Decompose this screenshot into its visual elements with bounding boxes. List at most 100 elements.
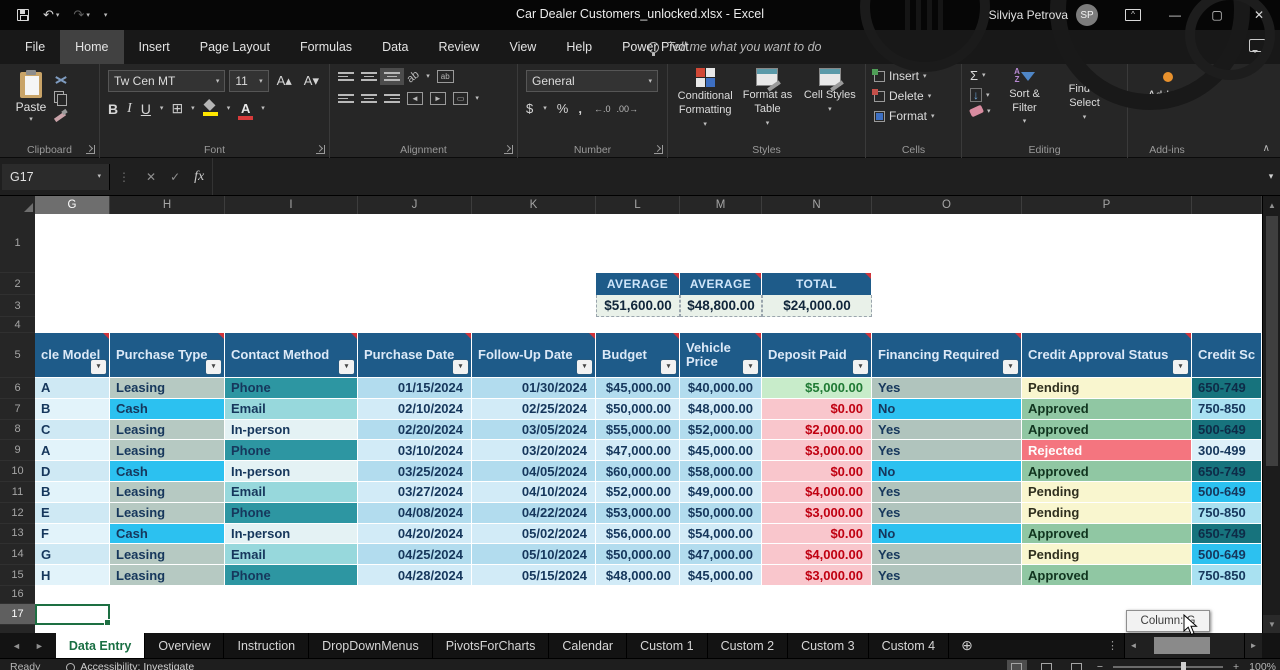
table-header-0[interactable]: cle Model ▾ [35, 333, 110, 378]
table-cell[interactable]: 05/02/2024 [472, 523, 596, 545]
row-header-8[interactable]: 8 [0, 420, 35, 441]
table-cell[interactable]: Phone [225, 565, 358, 586]
table-cell[interactable]: Approved [1022, 419, 1192, 441]
table-cell[interactable]: G [35, 544, 110, 566]
sheet-tab-custom-2[interactable]: Custom 2 [708, 633, 789, 658]
table-cell[interactable]: 03/20/2024 [472, 440, 596, 462]
table-cell[interactable]: 04/10/2024 [472, 481, 596, 503]
sheet-tab-data-entry[interactable]: Data Entry [55, 633, 146, 658]
borders-button[interactable]: ⊞ [171, 100, 183, 117]
normal-view-button[interactable] [1006, 660, 1027, 670]
zoom-slider-thumb[interactable] [1181, 662, 1187, 670]
filter-button[interactable]: ▾ [339, 360, 354, 374]
active-cell-G17[interactable] [35, 604, 111, 626]
delete-cells-button[interactable]: Delete ▾ [872, 88, 955, 103]
comma-style-button[interactable]: , [578, 101, 582, 116]
zoom-slider[interactable] [1113, 662, 1223, 670]
row-header-17[interactable]: 17 [0, 603, 35, 625]
table-header-1[interactable]: Purchase Type ▾ [110, 333, 225, 378]
table-header-5[interactable]: Budget ▾ [596, 333, 680, 378]
table-cell[interactable]: 02/10/2024 [358, 398, 472, 420]
accessibility-checker[interactable]: Accessibility: Investigate [66, 661, 194, 670]
tabbar-overflow-icon[interactable]: ⋮ [1101, 639, 1124, 652]
number-dialog-launcher[interactable] [654, 145, 663, 154]
copy-icon[interactable] [54, 91, 67, 106]
enter-icon[interactable]: ✓ [170, 170, 180, 184]
row-header-2[interactable]: 2 [0, 273, 35, 295]
table-cell[interactable]: $3,000.00 [762, 502, 872, 524]
decrease-decimal-icon[interactable]: .00→ [616, 104, 638, 114]
tabs-scroll-right-icon[interactable]: ► [35, 641, 44, 651]
table-cell[interactable]: C [35, 419, 110, 441]
bottom-align-icon[interactable] [380, 67, 404, 86]
table-cell[interactable]: 650-749 [1192, 461, 1262, 482]
table-cell[interactable]: 04/22/2024 [472, 502, 596, 524]
table-header-3[interactable]: Purchase Date ▾ [358, 333, 472, 378]
filter-button[interactable]: ▾ [853, 360, 868, 374]
format-cells-button[interactable]: Format ▾ [874, 109, 955, 123]
filter-button[interactable]: ▾ [1173, 360, 1188, 374]
table-cell[interactable]: Leasing [110, 440, 225, 462]
column-header-M[interactable]: M [680, 196, 762, 214]
tab-home[interactable]: Home [60, 30, 124, 64]
table-cell[interactable]: Yes [872, 419, 1022, 441]
table-cell[interactable]: 04/25/2024 [358, 544, 472, 566]
sheet-tab-pivotsforcharts[interactable]: PivotsForCharts [433, 633, 550, 658]
save-button[interactable] [12, 9, 34, 21]
insert-function-icon[interactable]: fx [194, 169, 204, 185]
table-cell[interactable]: $47,000.00 [680, 544, 762, 566]
zoom-level[interactable]: 100% [1249, 661, 1276, 670]
sort-filter-button[interactable]: AZ Sort & Filter ▾ [999, 67, 1051, 142]
font-name-select[interactable]: Tw Cen MT ▾ [108, 70, 226, 92]
table-cell[interactable]: $47,000.00 [596, 440, 680, 462]
table-cell[interactable]: Phone [225, 502, 358, 524]
table-cell[interactable]: $49,000.00 [680, 481, 762, 503]
row-header-16[interactable]: 16 [0, 586, 35, 604]
row-header-4[interactable]: 4 [0, 317, 35, 333]
tab-formulas[interactable]: Formulas [285, 30, 367, 64]
decrease-font-icon[interactable]: A▾ [300, 73, 323, 89]
avatar[interactable]: SP [1076, 4, 1098, 26]
table-cell[interactable]: 05/15/2024 [472, 565, 596, 586]
table-cell[interactable]: $4,000.00 [762, 544, 872, 566]
table-cell[interactable]: Yes [872, 502, 1022, 524]
middle-align-icon[interactable] [361, 71, 377, 82]
table-cell[interactable]: 500-649 [1192, 544, 1262, 566]
row-header-9[interactable]: 9 [0, 440, 35, 462]
table-cell[interactable]: Phone [225, 440, 358, 462]
table-cell[interactable]: $53,000.00 [596, 502, 680, 524]
hscroll-left-icon[interactable]: ◄ [1124, 633, 1142, 658]
table-cell[interactable]: 500-649 [1192, 481, 1262, 503]
column-header-J[interactable]: J [358, 196, 472, 214]
bold-button[interactable]: B [108, 101, 118, 117]
table-cell[interactable]: Pending [1022, 544, 1192, 566]
tabs-scroll-left-icon[interactable]: ◄ [12, 641, 21, 651]
table-cell[interactable]: $55,000.00 [596, 419, 680, 441]
cut-icon[interactable] [54, 74, 68, 86]
table-cell[interactable]: Approved [1022, 398, 1192, 420]
tab-view[interactable]: View [494, 30, 551, 64]
tab-data[interactable]: Data [367, 30, 423, 64]
table-cell[interactable]: $45,000.00 [680, 440, 762, 462]
table-cell[interactable]: $60,000.00 [596, 461, 680, 482]
row-header-5[interactable]: 5 [0, 333, 35, 378]
row-header-1[interactable]: 1 [0, 214, 35, 273]
wrap-text-icon[interactable]: ab [436, 70, 454, 83]
sheet-tab-instruction[interactable]: Instruction [224, 633, 310, 658]
table-cell[interactable]: Yes [872, 544, 1022, 566]
format-as-table-button[interactable]: Format as Table ▾ [738, 68, 796, 142]
table-cell[interactable]: Pending [1022, 378, 1192, 399]
table-cell[interactable]: $0.00 [762, 398, 872, 420]
table-cell[interactable]: 03/05/2024 [472, 419, 596, 441]
table-cell[interactable]: B [35, 481, 110, 503]
table-header-6[interactable]: Vehicle Price ▾ [680, 333, 762, 378]
table-cell[interactable]: Cash [110, 398, 225, 420]
zoom-out-button[interactable]: − [1097, 661, 1103, 670]
align-left-icon[interactable] [338, 93, 354, 104]
font-dialog-launcher[interactable] [316, 145, 325, 154]
table-cell[interactable]: $52,000.00 [680, 419, 762, 441]
table-cell[interactable]: Cash [110, 523, 225, 545]
table-cell[interactable]: 02/25/2024 [472, 398, 596, 420]
sheet-tab-custom-3[interactable]: Custom 3 [788, 633, 869, 658]
table-cell[interactable]: 04/05/2024 [472, 461, 596, 482]
